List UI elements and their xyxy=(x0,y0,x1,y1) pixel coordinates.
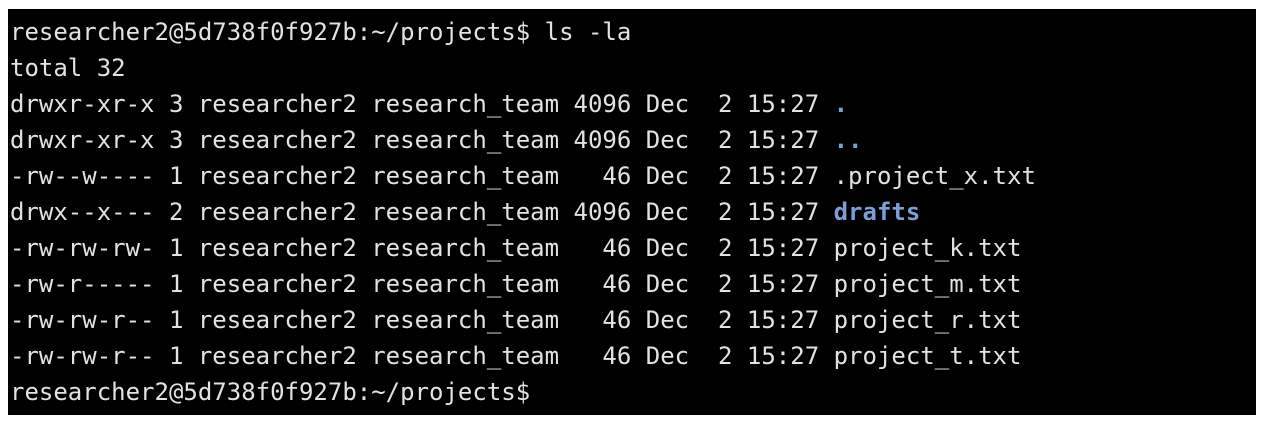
file-name: .project_x.txt xyxy=(833,162,1036,190)
listing-row: -rw--w---- 1 researcher2 research_team 4… xyxy=(10,158,1256,194)
listing-entries: drwxr-xr-x 3 researcher2 research_team 4… xyxy=(10,86,1256,374)
file-name: project_k.txt xyxy=(833,234,1022,262)
total-line: total 32 xyxy=(10,54,126,82)
listing-row: -rw-rw-rw- 1 researcher2 research_team 4… xyxy=(10,230,1256,266)
file-name: project_r.txt xyxy=(833,306,1022,334)
file-name: project_t.txt xyxy=(833,342,1022,370)
command-line: researcher2@5d738f0f927b:~/projects$ ls … xyxy=(10,14,1256,50)
listing-row: -rw-rw-r-- 1 researcher2 research_team 4… xyxy=(10,338,1256,374)
entry-metadata: -rw-r----- 1 researcher2 research_team 4… xyxy=(10,270,834,298)
listing-row: -rw-r----- 1 researcher2 research_team 4… xyxy=(10,266,1256,302)
entry-metadata: -rw-rw-r-- 1 researcher2 research_team 4… xyxy=(10,306,834,334)
final-prompt-line[interactable]: researcher2@5d738f0f927b:~/projects$ xyxy=(10,374,1256,410)
listing-row: -rw-rw-r-- 1 researcher2 research_team 4… xyxy=(10,302,1256,338)
prompt: researcher2@5d738f0f927b:~/projects$ xyxy=(10,378,531,406)
terminal-window[interactable]: researcher2@5d738f0f927b:~/projects$ ls … xyxy=(8,9,1256,415)
entry-metadata: drwxr-xr-x 3 researcher2 research_team 4… xyxy=(10,90,834,118)
listing-row: drwx--x--- 2 researcher2 research_team 4… xyxy=(10,194,1256,230)
entry-metadata: -rw--w---- 1 researcher2 research_team 4… xyxy=(10,162,834,190)
entry-metadata: drwxr-xr-x 3 researcher2 research_team 4… xyxy=(10,126,834,154)
listing-row: drwxr-xr-x 3 researcher2 research_team 4… xyxy=(10,86,1256,122)
directory-name: drafts xyxy=(833,198,921,226)
directory-name: . xyxy=(833,90,849,118)
directory-name: .. xyxy=(833,126,863,154)
entry-metadata: -rw-rw-r-- 1 researcher2 research_team 4… xyxy=(10,342,834,370)
command-text: ls -la xyxy=(544,18,632,46)
entry-metadata: -rw-rw-rw- 1 researcher2 research_team 4… xyxy=(10,234,834,262)
entry-metadata: drwx--x--- 2 researcher2 research_team 4… xyxy=(10,198,834,226)
file-name: project_m.txt xyxy=(833,270,1022,298)
prompt: researcher2@5d738f0f927b:~/projects$ xyxy=(10,18,531,46)
listing-row: drwxr-xr-x 3 researcher2 research_team 4… xyxy=(10,122,1256,158)
